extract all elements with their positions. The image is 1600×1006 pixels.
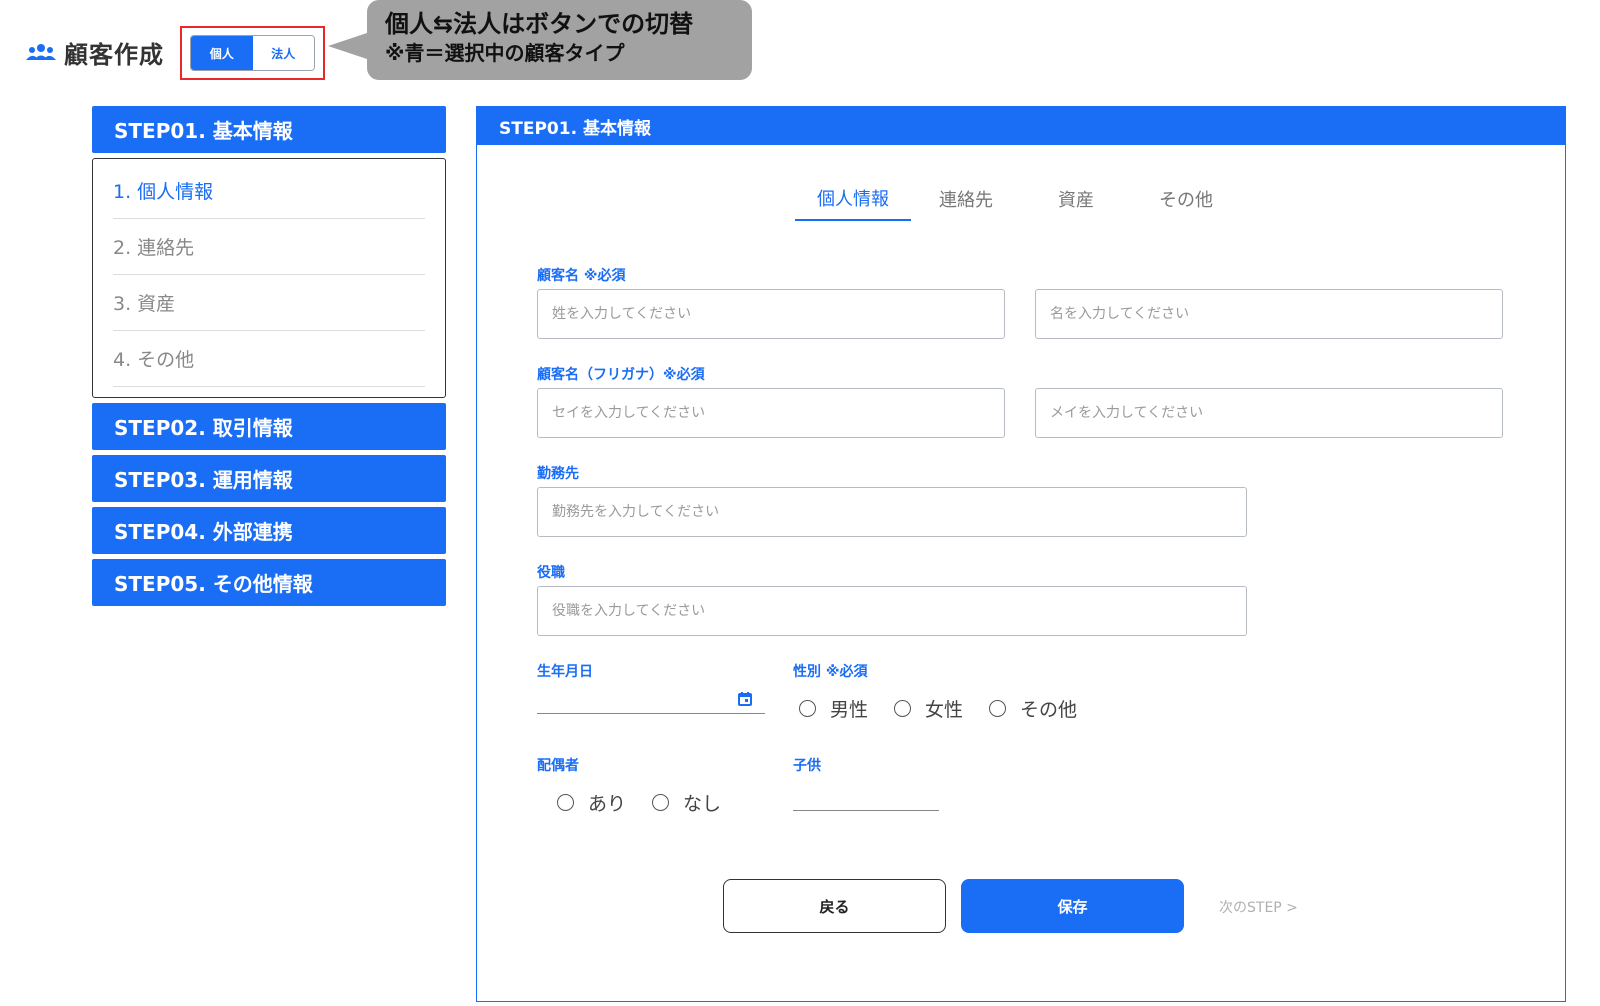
sub-item-contact[interactable]: 2. 連絡先 (113, 219, 425, 275)
tab-other[interactable]: その他 (1131, 177, 1241, 221)
next-step-link[interactable]: 次のSTEP > (1219, 897, 1298, 917)
customer-type-toggle[interactable]: 個人 法人 (190, 35, 315, 71)
panel-header: STEP01. 基本情報 (477, 107, 1565, 145)
first-name-input[interactable] (1035, 289, 1503, 339)
sub-item-assets[interactable]: 3. 資産 (113, 275, 425, 331)
gender-option-label: 男性 (830, 699, 869, 721)
toggle-highlight-frame: 個人 法人 (180, 26, 325, 80)
tab-contact[interactable]: 連絡先 (911, 177, 1021, 221)
step-01-sublist: 1. 個人情報 2. 連絡先 3. 資産 4. その他 (92, 158, 446, 398)
name-label: 顧客名 ※必須 (537, 268, 626, 284)
birthdate-label: 生年月日 (537, 664, 593, 680)
step-01-button[interactable]: STEP01. 基本情報 (92, 106, 446, 153)
radio-circle-icon[interactable] (894, 700, 912, 717)
back-button[interactable]: 戻る (723, 879, 946, 933)
page-title: 顧客作成 (64, 40, 164, 69)
position-label: 役職 (537, 565, 565, 581)
spouse-option-label: あり (588, 793, 627, 815)
gender-option-other[interactable]: その他 (989, 695, 1077, 722)
gender-label: 性別 ※必須 (793, 664, 868, 680)
section-tabs: 個人情報 連絡先 資産 その他 (795, 177, 1241, 221)
spouse-option-label: なし (683, 793, 722, 815)
radio-circle-icon[interactable] (557, 794, 574, 811)
gender-radio-group: 男性 女性 その他 (799, 695, 1103, 722)
calendar-icon[interactable] (737, 691, 753, 707)
spouse-label: 配偶者 (537, 758, 579, 774)
first-kana-input[interactable] (1035, 388, 1503, 438)
gender-option-female[interactable]: 女性 (894, 695, 963, 722)
children-input[interactable] (793, 777, 939, 811)
step-04-button[interactable]: STEP04. 外部連携 (92, 507, 446, 554)
birthdate-input[interactable] (537, 680, 765, 714)
step-navigation: STEP01. 基本情報 1. 個人情報 2. 連絡先 3. 資産 4. その他… (92, 106, 446, 611)
spouse-radio-group: あり なし (557, 789, 747, 816)
form-panel: STEP01. 基本情報 個人情報 連絡先 資産 その他 顧客名 ※必須 顧客名… (476, 106, 1566, 1002)
spouse-option-yes[interactable]: あり (557, 789, 626, 816)
last-kana-input[interactable] (537, 388, 1005, 438)
gender-option-label: 女性 (925, 699, 964, 721)
radio-circle-icon[interactable] (799, 700, 816, 717)
employer-input[interactable] (537, 487, 1247, 537)
radio-circle-icon[interactable] (989, 700, 1007, 717)
spouse-option-no[interactable]: なし (652, 789, 721, 816)
kana-label: 顧客名（フリガナ）※必須 (537, 367, 705, 383)
gender-option-male[interactable]: 男性 (799, 695, 868, 722)
step-02-button[interactable]: STEP02. 取引情報 (92, 403, 446, 450)
employer-label: 勤務先 (537, 466, 579, 482)
callout-tail (328, 32, 370, 60)
tab-personal[interactable]: 個人情報 (795, 177, 911, 221)
children-label: 子供 (793, 758, 821, 774)
gender-option-label: その他 (1020, 699, 1078, 721)
step-03-button[interactable]: STEP03. 運用情報 (92, 455, 446, 502)
save-button[interactable]: 保存 (961, 879, 1184, 933)
individual-toggle-button[interactable]: 個人 (191, 36, 253, 70)
people-icon (26, 44, 56, 60)
corporate-toggle-button[interactable]: 法人 (252, 36, 314, 70)
sub-item-other[interactable]: 4. その他 (113, 331, 425, 387)
annotation-callout: 個人⇆法人はボタンでの切替 ※青＝選択中の顧客タイプ (367, 0, 752, 80)
callout-text-main: 個人⇆法人はボタンでの切替 (385, 10, 694, 38)
last-name-input[interactable] (537, 289, 1005, 339)
page-header: 顧客作成 (26, 34, 164, 70)
callout-text-note: ※青＝選択中の顧客タイプ (385, 41, 625, 65)
tab-assets[interactable]: 資産 (1021, 177, 1131, 221)
radio-circle-icon[interactable] (652, 794, 670, 811)
step-05-button[interactable]: STEP05. その他情報 (92, 559, 446, 606)
position-input[interactable] (537, 586, 1247, 636)
sub-item-personal[interactable]: 1. 個人情報 (113, 163, 425, 219)
